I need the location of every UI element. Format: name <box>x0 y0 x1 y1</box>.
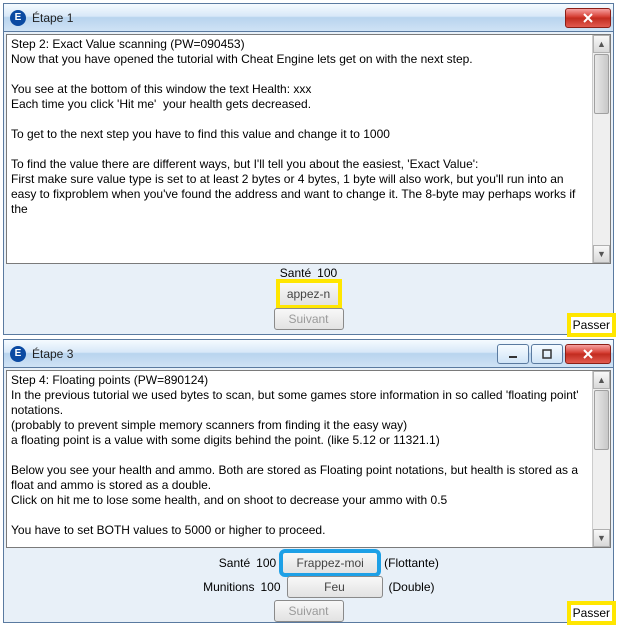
hit-me-button-label: appez-n <box>287 287 330 301</box>
next-button[interactable]: Suivant <box>274 600 344 622</box>
minimize-icon <box>507 349 519 359</box>
next-button-label: Suivant <box>288 312 328 326</box>
ammo-label: Munitions <box>182 580 254 594</box>
skip-button-label: Passer <box>573 318 610 332</box>
window-step1: E Étape 1 Step 2: Exact Value scanning (… <box>3 3 614 335</box>
titlebar-step1[interactable]: E Étape 1 <box>4 4 613 32</box>
health-value: 100 <box>256 556 276 570</box>
tutorial-text-content: Step 2: Exact Value scanning (PW=090453)… <box>11 37 606 217</box>
close-button[interactable] <box>565 8 611 28</box>
hit-me-button-label: Frappez-moi <box>296 556 363 570</box>
tutorial-text: Step 2: Exact Value scanning (PW=090453)… <box>6 34 611 264</box>
close-button[interactable] <box>565 344 611 364</box>
ammo-type: (Double) <box>389 580 435 594</box>
scroll-down-button[interactable]: ▼ <box>593 529 610 547</box>
maximize-icon <box>541 349 553 359</box>
app-icon: E <box>10 346 26 362</box>
window-step3: E Étape 3 Step 4: Floating points (PW=89 <box>3 339 614 623</box>
scroll-thumb[interactable] <box>594 54 609 114</box>
health-label: Santé <box>280 266 311 280</box>
scroll-thumb[interactable] <box>594 390 609 450</box>
window-buttons <box>497 344 611 364</box>
skip-button[interactable]: Passer <box>570 316 613 334</box>
window-title: Étape 1 <box>32 11 565 25</box>
health-type: (Flottante) <box>384 556 439 570</box>
maximize-button[interactable] <box>531 344 563 364</box>
health-row: Santé 100 <box>6 266 611 280</box>
minimize-button[interactable] <box>497 344 529 364</box>
vertical-scrollbar[interactable]: ▲ ▼ <box>592 371 610 547</box>
window-body: Step 4: Floating points (PW=890124) In t… <box>4 368 613 622</box>
health-label: Santé <box>178 556 250 570</box>
health-row: Santé 100 Frappez-moi (Flottante) <box>6 552 611 574</box>
scroll-track[interactable] <box>593 451 610 529</box>
app-icon: E <box>10 10 26 26</box>
scroll-down-button[interactable]: ▼ <box>593 245 610 263</box>
window-body: Step 2: Exact Value scanning (PW=090453)… <box>4 32 613 334</box>
window-title: Étape 3 <box>32 347 497 361</box>
window-buttons <box>565 8 611 28</box>
next-button[interactable]: Suivant <box>274 308 344 330</box>
ammo-row: Munitions 100 Feu (Double) <box>6 576 611 598</box>
vertical-scrollbar[interactable]: ▲ ▼ <box>592 35 610 263</box>
skip-button-label: Passer <box>573 606 610 620</box>
close-icon <box>582 349 594 359</box>
tutorial-text-content: Step 4: Floating points (PW=890124) In t… <box>11 373 606 538</box>
fire-button[interactable]: Feu <box>287 576 383 598</box>
close-icon <box>582 13 594 23</box>
hit-me-button[interactable]: Frappez-moi <box>282 552 378 574</box>
next-button-label: Suivant <box>288 604 328 618</box>
scroll-up-button[interactable]: ▲ <box>593 371 610 389</box>
hit-me-button[interactable]: appez-n <box>279 282 339 306</box>
fire-button-label: Feu <box>324 580 345 594</box>
skip-button[interactable]: Passer <box>570 604 613 622</box>
health-value: 100 <box>317 266 337 280</box>
ammo-value: 100 <box>260 580 280 594</box>
tutorial-text: Step 4: Floating points (PW=890124) In t… <box>6 370 611 548</box>
scroll-up-button[interactable]: ▲ <box>593 35 610 53</box>
scroll-track[interactable] <box>593 115 610 245</box>
titlebar-step3[interactable]: E Étape 3 <box>4 340 613 368</box>
